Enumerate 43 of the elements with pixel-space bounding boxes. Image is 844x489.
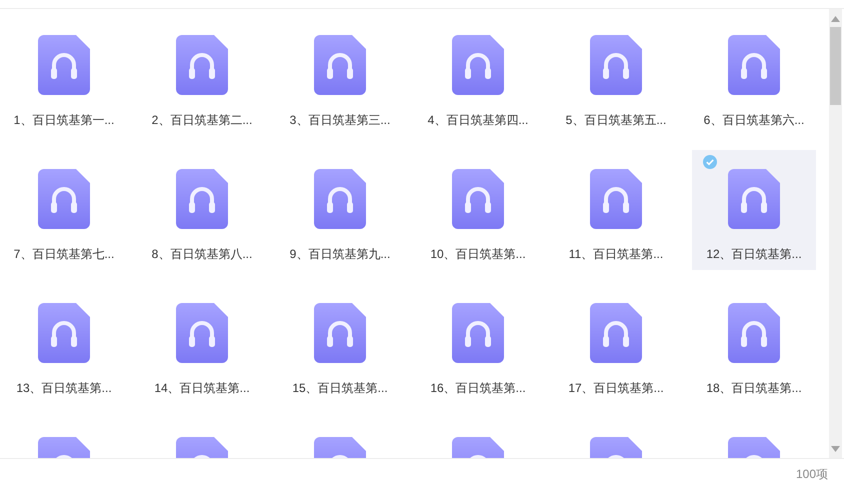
scroll-down-icon[interactable] [831,446,840,452]
headphones-file-icon [728,169,780,229]
file-name: 3、百日筑基第三... [290,112,390,128]
headphones-file-icon [176,35,228,95]
audio-file-item[interactable]: 12、百日筑基第... [692,150,816,270]
scrollbar[interactable] [829,9,842,458]
file-name: 5、百日筑基第五... [566,112,666,128]
headphones-file-icon [314,303,366,363]
file-name: 7、百日筑基第七... [14,246,114,262]
headphones-file-icon [38,169,90,229]
file-name: 18、百日筑基第... [706,380,802,396]
check-icon [703,155,717,169]
file-name: 10、百日筑基第... [430,246,526,262]
headphones-file-icon [728,303,780,363]
file-name: 8、百日筑基第八... [152,246,252,262]
headphones-file-icon [590,35,642,95]
file-name: 1、百日筑基第一... [14,112,114,128]
file-name: 11、百日筑基第... [568,246,664,262]
file-name: 17、百日筑基第... [568,380,664,396]
file-name: 14、百日筑基第... [154,380,250,396]
headphones-file-icon [38,303,90,363]
file-name: 4、百日筑基第四... [428,112,528,128]
file-name: 16、百日筑基第... [430,380,526,396]
file-name: 2、百日筑基第二... [152,112,252,128]
file-name: 13、百日筑基第... [16,380,112,396]
file-name: 9、百日筑基第九... [290,246,390,262]
headphones-file-icon [452,35,504,95]
headphones-file-icon [314,169,366,229]
item-count: 100项 [796,466,828,483]
headphones-file-icon [728,35,780,95]
headphones-file-icon [314,35,366,95]
headphones-file-icon [38,35,90,95]
file-name: 15、百日筑基第... [292,380,388,396]
headphones-file-icon [452,303,504,363]
headphones-file-icon [590,303,642,363]
scrollbar-thumb[interactable] [830,27,841,105]
scroll-up-icon[interactable] [831,16,840,22]
file-name: 6、百日筑基第六... [704,112,804,128]
headphones-file-icon [176,169,228,229]
headphones-file-icon [176,303,228,363]
headphones-file-icon [590,169,642,229]
headphones-file-icon [452,169,504,229]
file-name: 12、百日筑基第... [706,246,802,262]
